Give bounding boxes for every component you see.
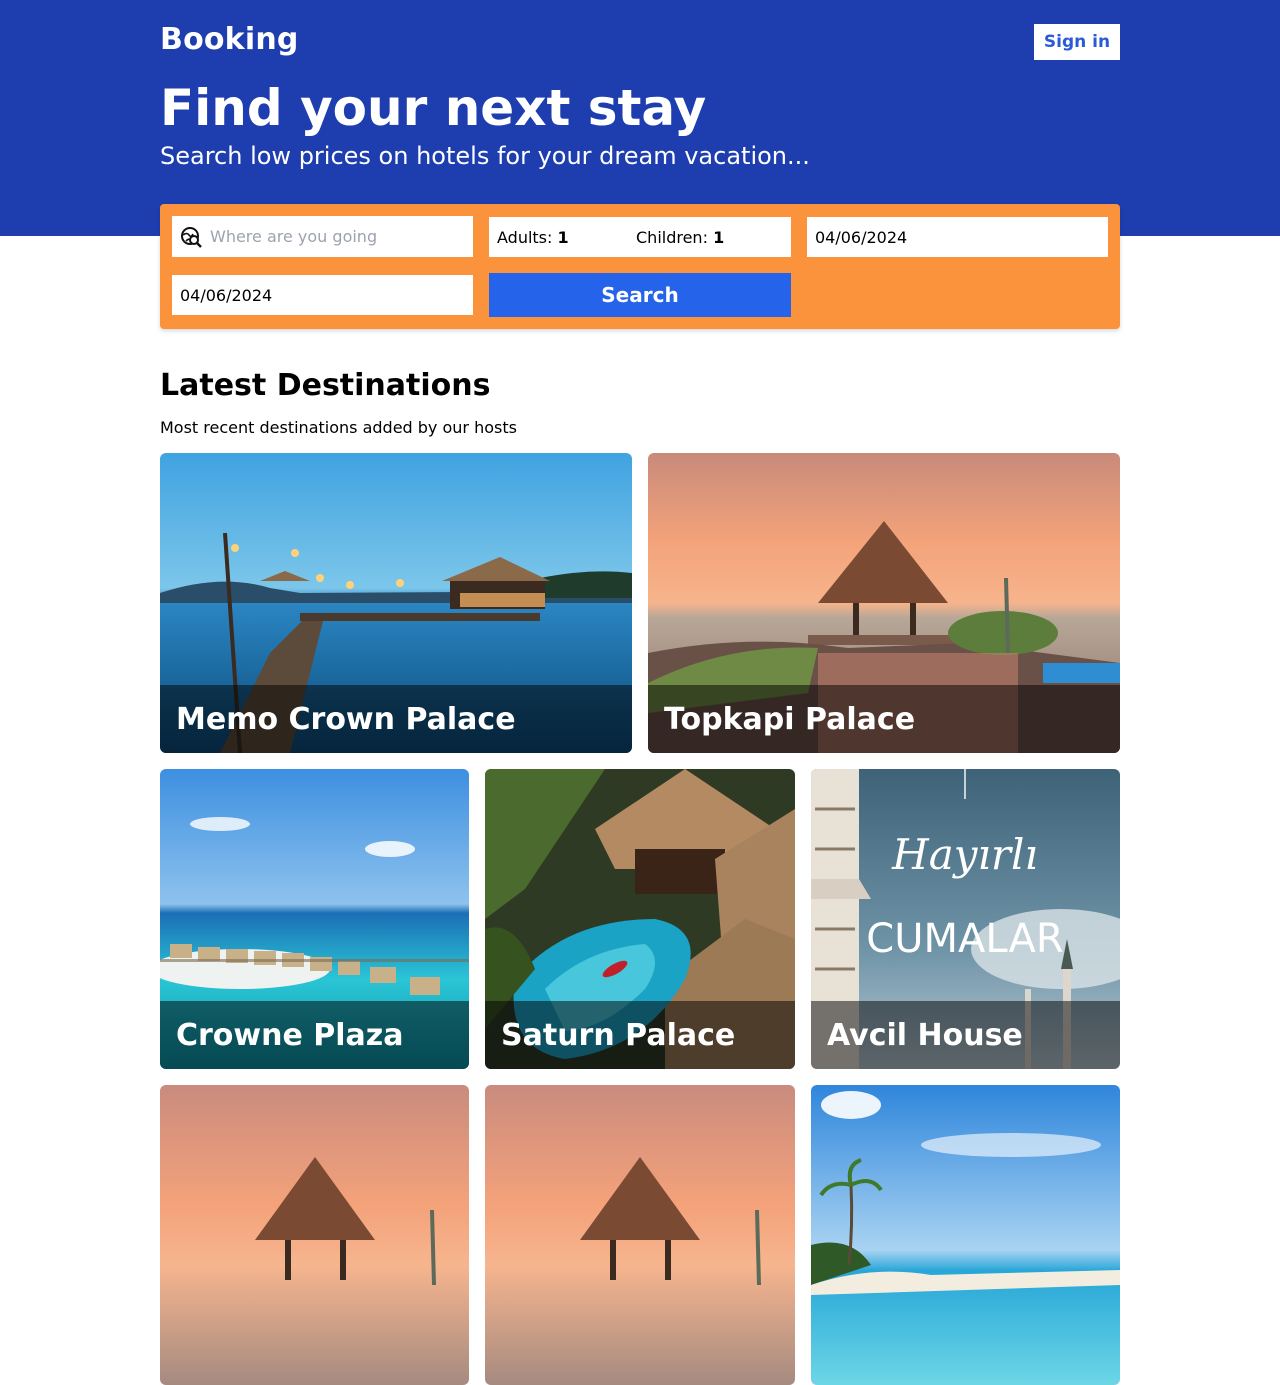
destination-card[interactable]: Crowne Plaza — [160, 769, 469, 1069]
destination-placeholder: Where are you going — [210, 227, 378, 246]
image-text-script: Hayırlı — [891, 830, 1038, 879]
destination-name: Topkapi Palace — [648, 685, 1120, 753]
destination-card[interactable] — [811, 1085, 1120, 1385]
children-field[interactable]: Children: 1 — [636, 228, 775, 247]
children-label: Children: — [636, 227, 708, 247]
hero-banner: Booking Sign in Find your next stay Sear… — [0, 0, 1280, 236]
destination-card[interactable] — [160, 1085, 469, 1385]
guests-selector[interactable]: Adults: 1 Children: 1 — [489, 217, 791, 257]
destination-name: Crowne Plaza — [160, 1001, 469, 1069]
destination-input[interactable]: Where are you going — [172, 216, 473, 257]
site-logo[interactable]: Booking — [160, 22, 299, 57]
section-subtitle: Most recent destinations added by our ho… — [160, 418, 517, 437]
globe-search-icon — [180, 226, 202, 248]
destination-card[interactable]: Saturn Palace — [485, 769, 795, 1069]
section-title: Latest Destinations — [160, 368, 491, 403]
image-text-caps: CUMALAR — [866, 916, 1063, 962]
adults-value: 1 — [557, 227, 569, 247]
adults-field[interactable]: Adults: 1 — [497, 228, 636, 247]
destination-card[interactable]: Memo Crown Palace — [160, 453, 632, 753]
destination-image — [485, 1085, 795, 1385]
destination-card[interactable] — [485, 1085, 795, 1385]
sign-in-button[interactable]: Sign in — [1034, 24, 1120, 60]
destination-card[interactable]: Topkapi Palace — [648, 453, 1120, 753]
search-bar: Where are you going Adults: 1 Children: … — [160, 204, 1120, 329]
destination-name: Saturn Palace — [485, 1001, 795, 1069]
hero-title: Find your next stay — [160, 79, 707, 137]
destination-image — [160, 1085, 469, 1385]
adults-label: Adults: — [497, 227, 553, 247]
check-in-date-input[interactable]: 04/06/2024 — [807, 217, 1108, 257]
destination-name: Avcil House — [811, 1001, 1120, 1069]
check-out-date-input[interactable]: 04/06/2024 — [172, 275, 473, 315]
search-button[interactable]: Search — [489, 273, 791, 317]
destination-name: Memo Crown Palace — [160, 685, 632, 753]
hero-subtitle: Search low prices on hotels for your dre… — [160, 142, 810, 170]
destination-image — [811, 1085, 1120, 1385]
children-value: 1 — [713, 227, 725, 247]
destination-card[interactable]: Hayırlı CUMALAR Avcil House — [811, 769, 1120, 1069]
